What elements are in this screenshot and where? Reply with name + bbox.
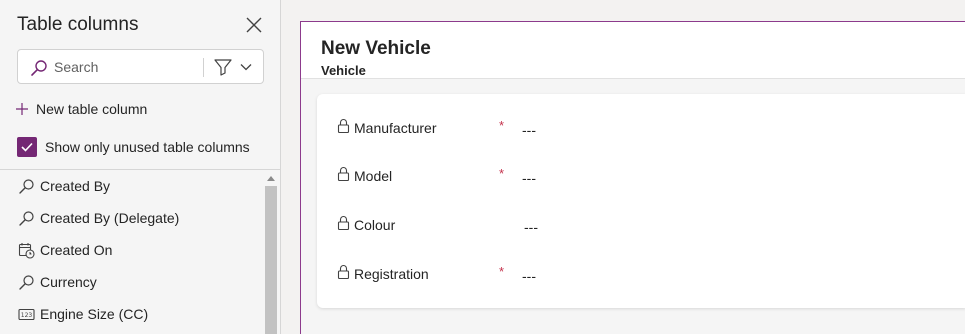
form-header[interactable]: New Vehicle Vehicle bbox=[301, 22, 965, 79]
show-unused-toggle[interactable]: Show only unused table columns bbox=[17, 136, 250, 158]
lock-icon bbox=[337, 167, 350, 182]
field-value: --- bbox=[522, 122, 536, 138]
lookup-icon bbox=[18, 178, 35, 195]
scroll-up-arrow-icon[interactable] bbox=[267, 176, 275, 181]
column-item-currency[interactable]: Currency bbox=[0, 266, 264, 298]
svg-text:123: 123 bbox=[21, 312, 33, 319]
lookup-icon bbox=[18, 274, 35, 291]
search-divider bbox=[203, 58, 204, 77]
field-value: --- bbox=[524, 219, 538, 235]
calendar-clock-icon bbox=[18, 242, 35, 259]
required-indicator: * bbox=[499, 264, 505, 279]
field-model[interactable]: Model * --- bbox=[317, 166, 965, 190]
required-indicator: * bbox=[499, 118, 505, 133]
plus-icon bbox=[16, 103, 28, 115]
filter-icon bbox=[214, 59, 232, 76]
field-value: --- bbox=[522, 268, 536, 284]
filter-button[interactable] bbox=[211, 54, 259, 80]
field-label: Model bbox=[354, 168, 393, 184]
required-indicator: * bbox=[499, 166, 505, 181]
search-box bbox=[17, 49, 264, 84]
form-title: New Vehicle bbox=[321, 38, 431, 59]
panel-title: Table columns bbox=[17, 14, 139, 35]
lookup-icon bbox=[18, 210, 35, 227]
number-icon: 123 bbox=[18, 306, 35, 323]
new-table-column-button[interactable]: New table column bbox=[14, 98, 147, 120]
field-label: Registration bbox=[354, 266, 429, 282]
lock-icon bbox=[337, 119, 350, 134]
column-item-label: Currency bbox=[40, 274, 97, 290]
lock-icon bbox=[337, 265, 350, 280]
field-registration[interactable]: Registration * --- bbox=[317, 264, 965, 288]
column-item-label: Engine Size (CC) bbox=[40, 306, 149, 322]
form-subtitle: Vehicle bbox=[321, 63, 366, 78]
column-item-created-by-delegate[interactable]: Created By (Delegate) bbox=[0, 202, 264, 234]
form-section[interactable]: Manufacturer * --- Model * --- Colour --… bbox=[317, 94, 965, 308]
chevron-down-icon bbox=[240, 64, 252, 71]
new-table-column-label: New table column bbox=[36, 101, 148, 117]
column-item-created-on[interactable]: Created On bbox=[0, 234, 264, 266]
checkmark-icon bbox=[21, 142, 33, 152]
field-manufacturer[interactable]: Manufacturer * --- bbox=[317, 118, 965, 142]
close-icon bbox=[246, 17, 262, 33]
column-item-label: Created By bbox=[40, 178, 111, 194]
column-item-label: Created On bbox=[40, 242, 113, 258]
column-list-scrollbar[interactable] bbox=[264, 170, 278, 334]
search-input[interactable] bbox=[54, 51, 214, 82]
table-columns-panel: Table columns New table column bbox=[0, 0, 281, 334]
field-value: --- bbox=[522, 170, 536, 186]
lock-icon bbox=[337, 216, 350, 231]
show-unused-checkbox[interactable] bbox=[17, 137, 37, 157]
field-label: Colour bbox=[354, 217, 396, 233]
field-label: Manufacturer bbox=[354, 120, 437, 136]
show-unused-label: Show only unused table columns bbox=[45, 139, 250, 155]
close-button[interactable] bbox=[244, 15, 264, 35]
column-list: Created By Created By (Delegate) Created… bbox=[0, 170, 264, 330]
form-canvas: New Vehicle Vehicle Manufacturer * --- M… bbox=[300, 21, 965, 334]
column-item-created-by[interactable]: Created By bbox=[0, 170, 264, 202]
column-item-label: Created By (Delegate) bbox=[40, 210, 180, 226]
search-icon bbox=[31, 60, 47, 76]
scroll-thumb[interactable] bbox=[265, 186, 277, 334]
column-item-engine-size[interactable]: 123 Engine Size (CC) bbox=[0, 298, 264, 330]
field-colour[interactable]: Colour --- bbox=[317, 215, 965, 239]
